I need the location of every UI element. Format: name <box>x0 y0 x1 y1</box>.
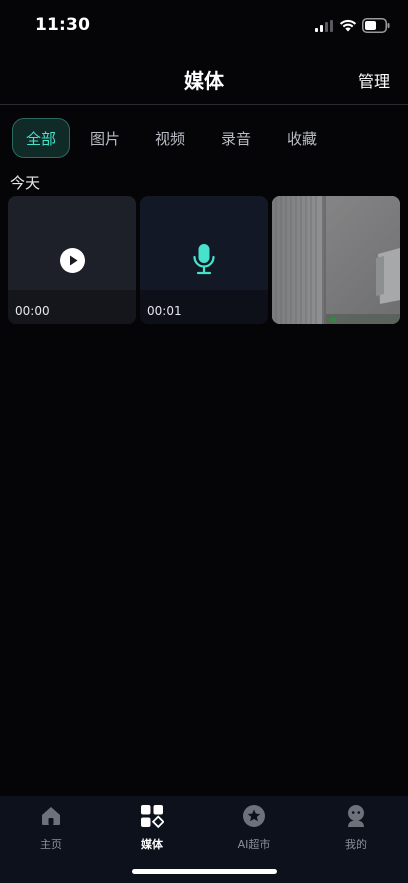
media-item-audio[interactable]: 00:01 <box>140 196 268 324</box>
status-bar: 11:30 <box>0 0 408 52</box>
home-indicator[interactable] <box>132 869 277 874</box>
video-duration: 00:00 <box>15 304 50 318</box>
top-header: 媒体 管理 <box>0 56 408 104</box>
nav-item-ai-market[interactable]: AI超市 <box>214 804 294 852</box>
nav-label: AI超市 <box>237 838 271 851</box>
audio-duration: 00:01 <box>147 304 182 318</box>
header-divider <box>0 104 408 105</box>
home-icon <box>42 807 60 825</box>
nav-label: 媒体 <box>141 838 163 851</box>
filter-tabs: 全部 图片 视频 录音 收藏 <box>12 118 317 158</box>
tab-favorites[interactable]: 收藏 <box>287 118 317 158</box>
microphone-icon <box>193 244 215 275</box>
media-grid-icon <box>141 805 164 828</box>
tab-images[interactable]: 图片 <box>90 118 120 158</box>
star-badge-icon <box>243 805 265 827</box>
nav-label: 我的 <box>345 838 367 851</box>
status-time: 11:30 <box>35 15 91 35</box>
section-title-today: 今天 <box>10 174 41 192</box>
media-item-photo[interactable] <box>272 196 400 324</box>
cellular-signal-icon <box>315 20 333 32</box>
photo-thumbnail <box>272 196 400 324</box>
wifi-icon <box>339 19 357 32</box>
play-icon <box>60 248 85 273</box>
tab-all[interactable]: 全部 <box>12 118 70 158</box>
page-title: 媒体 <box>184 69 224 93</box>
tab-videos[interactable]: 视频 <box>155 118 185 158</box>
media-grid: 00:00 00:01 <box>8 196 400 324</box>
nav-item-profile[interactable]: 我的 <box>316 804 396 852</box>
nav-item-media[interactable]: 媒体 <box>112 804 192 852</box>
media-item-video[interactable]: 00:00 <box>8 196 136 324</box>
nav-label: 主页 <box>40 838 62 851</box>
profile-icon <box>348 805 364 827</box>
nav-item-home[interactable]: 主页 <box>11 804 91 852</box>
battery-icon <box>362 18 390 33</box>
manage-button[interactable]: 管理 <box>358 68 390 92</box>
tab-recordings[interactable]: 录音 <box>221 118 251 158</box>
